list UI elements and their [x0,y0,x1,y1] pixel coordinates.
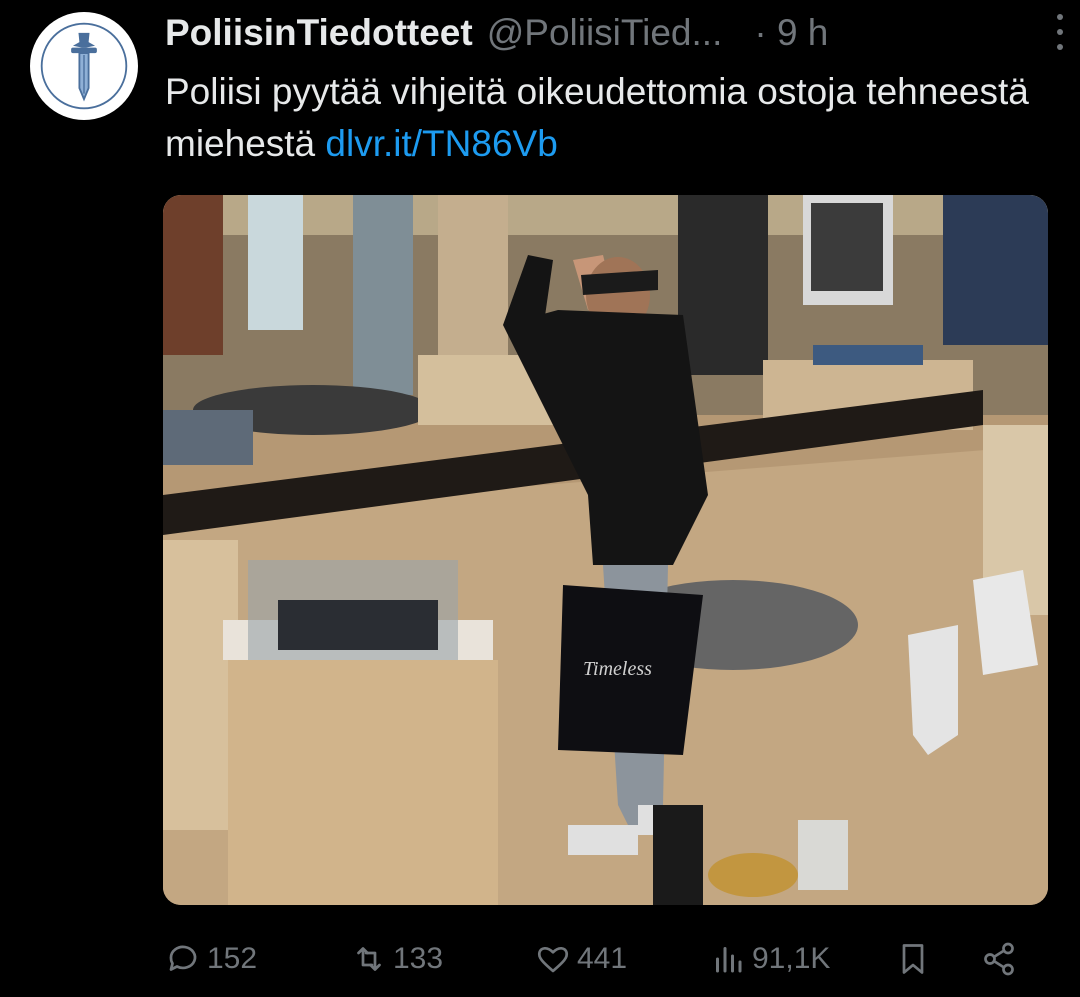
police-emblem-icon [40,22,128,110]
store-photo: Timeless [163,195,1048,905]
like-count: 441 [577,942,628,975]
tweet-image[interactable]: Timeless [163,195,1048,905]
reply-count: 152 [207,942,258,975]
handle[interactable]: @PoliisiTied... [487,12,723,54]
tweet-header: PoliisinTiedotteet @PoliisiTied... · 9 h [165,8,1045,58]
tweet-text: Poliisi pyytää vihjeitä oikeudettomia os… [165,66,1060,170]
repost-button[interactable]: 133 [351,930,443,988]
like-button[interactable]: 441 [535,930,627,988]
action-bar: 152 133 441 91,1K [165,930,1035,990]
timestamp[interactable]: · 9 h [754,12,828,54]
views-count: 91,1K [752,942,831,975]
display-name[interactable]: PoliisinTiedotteet [165,12,473,54]
share-button[interactable] [981,930,1017,988]
reply-icon [169,945,197,971]
tweet[interactable]: PoliisinTiedotteet @PoliisiTied... · 9 h… [0,0,1080,997]
repost-count: 133 [393,942,444,975]
views-icon [716,947,742,973]
tweet-link[interactable]: dlvr.it/TN86Vb [325,123,557,164]
tweet-body: Poliisi pyytää vihjeitä oikeudettomia os… [165,71,1029,164]
share-icon [984,942,1014,976]
avatar[interactable] [30,12,138,120]
views-button[interactable]: 91,1K [710,930,830,988]
bookmark-icon [902,944,924,974]
heart-icon [537,946,569,973]
reply-button[interactable]: 152 [165,930,257,988]
repost-icon [357,947,381,971]
bookmark-button[interactable] [895,930,931,988]
bag-label: Timeless [583,658,652,680]
more-vertical-icon[interactable] [1054,14,1066,50]
